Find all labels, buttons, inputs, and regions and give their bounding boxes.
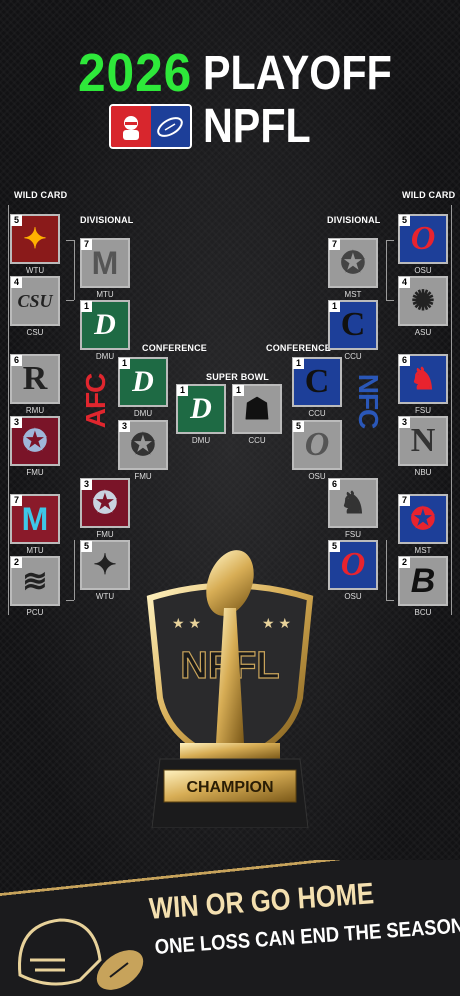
team-abbr: CCU bbox=[248, 436, 266, 445]
label-super-bowl: SUPER BOWL bbox=[206, 372, 270, 382]
team-card[interactable]: ♞ 6 FSU bbox=[398, 354, 448, 415]
team-card[interactable]: ≋ 2 PCU bbox=[10, 556, 60, 617]
seed-badge: 7 bbox=[329, 239, 340, 250]
title-year: 2026 bbox=[78, 43, 193, 103]
team-card[interactable]: D 1 DMU bbox=[176, 384, 226, 445]
team-card[interactable]: ☗ 1 CCU bbox=[232, 384, 282, 445]
seed-badge: 6 bbox=[11, 355, 22, 366]
team-card[interactable]: ✺ 4 ASU bbox=[398, 276, 448, 337]
team-card[interactable]: CSU 4 CSU bbox=[10, 276, 60, 337]
team-card[interactable]: O 5 OSU bbox=[398, 214, 448, 275]
team-card[interactable]: R 6 RMU bbox=[10, 354, 60, 415]
seed-badge: 3 bbox=[81, 479, 92, 490]
team-card[interactable]: D 1 DMU bbox=[118, 357, 168, 418]
team-abbr: WTU bbox=[95, 592, 115, 601]
helmet-icon bbox=[111, 106, 151, 147]
trophy-icon: ★ ★ ★ ★ NPFL CHAMPION bbox=[146, 550, 314, 828]
title-playoff: PLAYOFF bbox=[203, 47, 392, 100]
team-abbr: FSU bbox=[345, 530, 361, 539]
team-card[interactable]: ✦ 5 WTU bbox=[10, 214, 60, 275]
team-abbr: FMU bbox=[26, 468, 44, 477]
seed-badge: 6 bbox=[329, 479, 340, 490]
seed-badge: 4 bbox=[11, 277, 22, 288]
team-card[interactable]: M 7 MTU bbox=[10, 494, 60, 555]
seed-badge: 1 bbox=[233, 385, 244, 396]
seed-badge: 6 bbox=[399, 355, 410, 366]
seed-badge: 1 bbox=[329, 301, 340, 312]
team-abbr: WTU bbox=[25, 266, 45, 275]
title-league: NPFL bbox=[203, 100, 311, 153]
team-card[interactable]: ✪ 3 FMU bbox=[80, 478, 130, 539]
afc-label: AFC bbox=[80, 373, 111, 429]
team-card[interactable]: ✪ 3 FMU bbox=[10, 416, 60, 477]
team-abbr: PCU bbox=[26, 608, 44, 617]
seed-badge: 5 bbox=[11, 215, 22, 226]
team-abbr: MTU bbox=[26, 546, 44, 555]
team-abbr: ASU bbox=[414, 328, 432, 337]
seed-badge: 2 bbox=[399, 557, 410, 568]
seed-badge: 7 bbox=[11, 495, 22, 506]
team-abbr: MST bbox=[414, 546, 432, 555]
seed-badge: 2 bbox=[11, 557, 22, 568]
team-abbr: FMU bbox=[134, 472, 152, 481]
team-abbr: FMU bbox=[96, 530, 114, 539]
team-card[interactable]: ♞ 6 FSU bbox=[328, 478, 378, 539]
team-abbr: DMU bbox=[133, 409, 153, 418]
seed-badge: 1 bbox=[81, 301, 92, 312]
team-abbr: MTU bbox=[96, 290, 114, 299]
seed-badge: 5 bbox=[293, 421, 304, 432]
team-card[interactable]: M 7 MTU bbox=[80, 238, 130, 299]
team-card[interactable]: ✦ 5 WTU bbox=[80, 540, 130, 601]
label-wild-card-right: WILD CARD bbox=[402, 190, 456, 200]
football-icon bbox=[150, 106, 190, 147]
team-card[interactable]: C 1 CCU bbox=[328, 300, 378, 361]
seed-badge: 7 bbox=[399, 495, 410, 506]
seed-badge: 3 bbox=[11, 417, 22, 428]
team-abbr: DMU bbox=[191, 436, 211, 445]
seed-badge: 4 bbox=[399, 277, 410, 288]
team-abbr: MST bbox=[344, 290, 362, 299]
label-conference-right: CONFERENCE bbox=[266, 343, 332, 353]
seed-badge: 3 bbox=[119, 421, 130, 432]
team-card[interactable]: ✪ 7 MST bbox=[328, 238, 378, 299]
label-divisional-right: DIVISIONAL bbox=[327, 215, 381, 225]
team-abbr: RMU bbox=[25, 406, 45, 415]
team-abbr: BCU bbox=[414, 608, 432, 617]
team-card[interactable]: O 5 OSU bbox=[292, 420, 342, 481]
nfc-label: NFC bbox=[353, 373, 384, 429]
team-card[interactable]: B 2 BCU bbox=[398, 556, 448, 617]
seed-badge: 7 bbox=[81, 239, 92, 250]
seed-badge: 5 bbox=[399, 215, 410, 226]
team-abbr: CCU bbox=[308, 409, 326, 418]
label-wild-card-left: WILD CARD bbox=[14, 190, 68, 200]
seed-badge: 1 bbox=[293, 358, 304, 369]
team-abbr: OSU bbox=[414, 266, 432, 275]
team-abbr: OSU bbox=[344, 592, 362, 601]
team-abbr: FSU bbox=[415, 406, 431, 415]
team-card[interactable]: C 1 CCU bbox=[292, 357, 342, 418]
svg-text:★ ★: ★ ★ bbox=[172, 615, 201, 631]
team-card[interactable]: ✪ 7 MST bbox=[398, 494, 448, 555]
label-divisional-left: DIVISIONAL bbox=[80, 215, 134, 225]
team-card[interactable]: D 1 DMU bbox=[80, 300, 130, 361]
helmet-football-icon bbox=[18, 918, 144, 990]
seed-badge: 3 bbox=[399, 417, 410, 428]
seed-badge: 5 bbox=[81, 541, 92, 552]
team-abbr: CCU bbox=[344, 352, 362, 361]
team-card[interactable]: N 3 NBU bbox=[398, 416, 448, 477]
svg-text:★ ★: ★ ★ bbox=[262, 615, 291, 631]
seed-badge: 5 bbox=[329, 541, 340, 552]
label-conference-left: CONFERENCE bbox=[142, 343, 208, 353]
team-card[interactable]: O 5 OSU bbox=[328, 540, 378, 601]
seed-badge: 1 bbox=[177, 385, 188, 396]
team-abbr: NBU bbox=[414, 468, 432, 477]
team-card[interactable]: ✪ 3 FMU bbox=[118, 420, 168, 481]
team-abbr: CSU bbox=[26, 328, 44, 337]
league-logo bbox=[109, 104, 192, 149]
svg-text:CHAMPION: CHAMPION bbox=[186, 779, 273, 796]
seed-badge: 1 bbox=[119, 358, 130, 369]
